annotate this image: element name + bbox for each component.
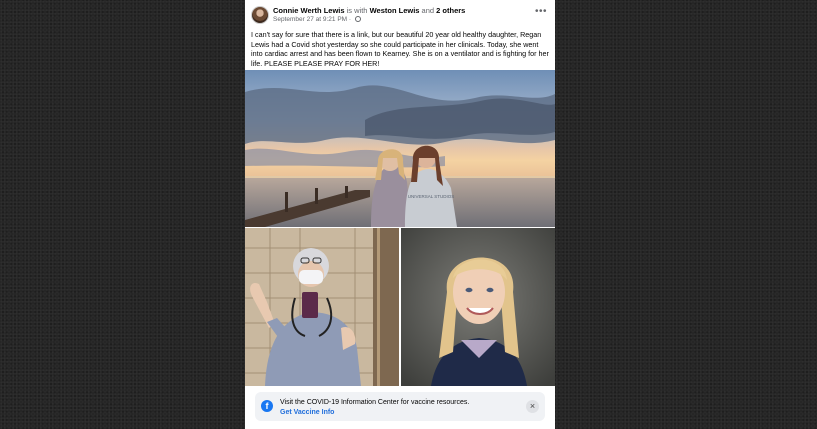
get-vaccine-info-link[interactable]: Get Vaccine Info [280, 409, 334, 416]
scrubs-selfie-photo[interactable] [245, 228, 399, 386]
facebook-post: Connie Werth Lewis is with Weston Lewis … [245, 0, 555, 429]
shirt-caption: UNIVERSAL STUDIOS [408, 194, 455, 199]
and-text: and [421, 6, 435, 15]
facebook-icon: f [261, 400, 273, 412]
post-header: Connie Werth Lewis is with Weston Lewis … [245, 0, 555, 30]
tagged-person[interactable]: Weston Lewis [370, 6, 420, 15]
author-name[interactable]: Connie Werth Lewis [273, 6, 345, 15]
portrait-photo[interactable] [401, 228, 555, 386]
meta-separator: · [348, 16, 352, 23]
tagged-others[interactable]: 2 others [436, 6, 465, 15]
sunset-pier-photo[interactable]: UNIVERSAL STUDIOS [245, 70, 555, 227]
author-line: Connie Werth Lewis is with Weston Lewis … [273, 6, 465, 15]
post-body: I can't say for sure that there is a lin… [251, 30, 549, 68]
close-icon[interactable]: × [526, 400, 539, 413]
post-timestamp[interactable]: September 27 at 9:21 PM [273, 16, 347, 23]
author-avatar[interactable] [251, 6, 269, 24]
covid-info-bar: f Visit the COVID-19 Information Center … [255, 392, 545, 421]
more-options-icon[interactable]: ••• [535, 7, 547, 17]
covid-info-text: Visit the COVID-19 Information Center fo… [280, 399, 470, 406]
globe-icon [354, 16, 361, 22]
post-meta: September 27 at 9:21 PM · [273, 16, 361, 23]
with-text: is with [346, 6, 368, 15]
